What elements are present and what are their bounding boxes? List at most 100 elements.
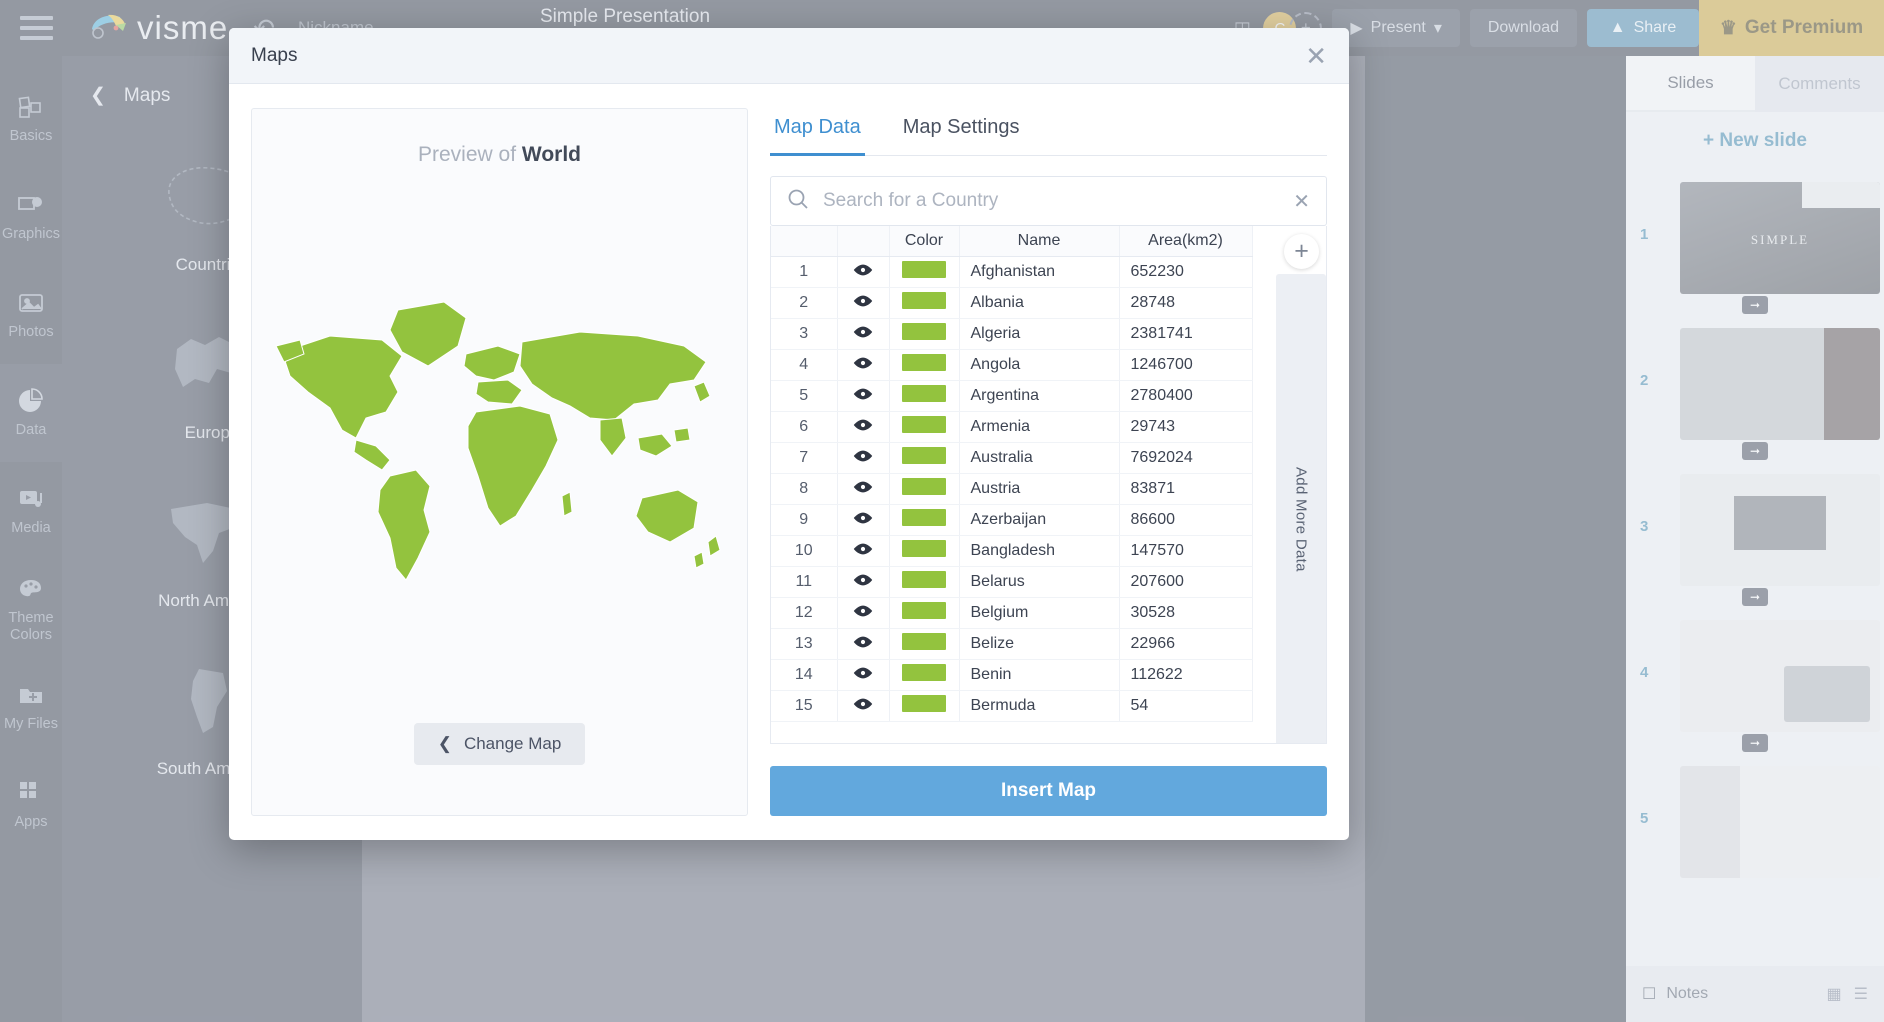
table-row[interactable]: 4 Angola 1246700 bbox=[771, 349, 1253, 381]
country-name[interactable]: Algeria bbox=[959, 318, 1120, 350]
color-swatch[interactable] bbox=[889, 442, 960, 474]
plus-icon[interactable]: + bbox=[1284, 234, 1319, 269]
tab-map-settings[interactable]: Map Settings bbox=[899, 108, 1024, 155]
list-item[interactable]: 2 ➞ bbox=[1626, 316, 1884, 462]
color-swatch[interactable] bbox=[889, 535, 960, 567]
color-swatch[interactable] bbox=[889, 411, 960, 443]
table-row[interactable]: 13 Belize 22966 bbox=[771, 628, 1253, 660]
country-area[interactable]: 83871 bbox=[1119, 473, 1253, 505]
country-name[interactable]: Azerbaijan bbox=[959, 504, 1120, 536]
eye-visible-icon[interactable] bbox=[837, 442, 890, 474]
present-button[interactable]: ▶ Present ▾ bbox=[1332, 9, 1460, 47]
list-item[interactable]: 1 SIMPLE ➞ bbox=[1626, 170, 1884, 316]
table-row[interactable]: 9 Azerbaijan 86600 bbox=[771, 504, 1253, 536]
eye-visible-icon[interactable] bbox=[837, 318, 890, 350]
slide-thumbnail[interactable] bbox=[1680, 766, 1880, 878]
sidebar-item-photos[interactable]: Photos bbox=[0, 266, 62, 364]
eye-visible-icon[interactable] bbox=[837, 535, 890, 567]
notes-label[interactable]: Notes bbox=[1666, 985, 1708, 1003]
slide-transition-icon[interactable]: ➞ bbox=[1742, 442, 1768, 460]
eye-visible-icon[interactable] bbox=[837, 349, 890, 381]
eye-visible-icon[interactable] bbox=[837, 380, 890, 412]
country-name[interactable]: Australia bbox=[959, 442, 1120, 474]
sidebar-item-theme-colors[interactable]: Theme Colors bbox=[0, 560, 62, 658]
country-area[interactable]: 1246700 bbox=[1119, 349, 1253, 381]
table-row[interactable]: 15 Bermuda 54 bbox=[771, 690, 1253, 722]
slide-thumbnail[interactable]: SIMPLE bbox=[1680, 182, 1880, 294]
table-row[interactable]: 12 Belgium 30528 bbox=[771, 597, 1253, 629]
table-row[interactable]: 8 Austria 83871 bbox=[771, 473, 1253, 505]
country-name[interactable]: Belgium bbox=[959, 597, 1120, 629]
color-swatch[interactable] bbox=[889, 659, 960, 691]
eye-visible-icon[interactable] bbox=[837, 659, 890, 691]
color-swatch[interactable] bbox=[889, 349, 960, 381]
list-item[interactable]: 5 bbox=[1626, 754, 1884, 900]
table-row[interactable]: 10 Bangladesh 147570 bbox=[771, 535, 1253, 567]
slide-transition-icon[interactable]: ➞ bbox=[1742, 588, 1768, 606]
sidebar-item-graphics[interactable]: Graphics bbox=[0, 168, 62, 266]
color-swatch[interactable] bbox=[889, 318, 960, 350]
country-table-wrapper[interactable]: + Add More Data Color Name Area(km2) 1 A… bbox=[770, 226, 1327, 744]
eye-visible-icon[interactable] bbox=[837, 628, 890, 660]
country-name[interactable]: Albania bbox=[959, 287, 1120, 319]
country-name[interactable]: Belarus bbox=[959, 566, 1120, 598]
color-swatch[interactable] bbox=[889, 287, 960, 319]
list-item[interactable]: 4 ➞ bbox=[1626, 608, 1884, 754]
country-area[interactable]: 22966 bbox=[1119, 628, 1253, 660]
country-area[interactable]: 2381741 bbox=[1119, 318, 1253, 350]
slide-transition-icon[interactable]: ➞ bbox=[1742, 296, 1768, 314]
table-row[interactable]: 1 Afghanistan 652230 bbox=[771, 256, 1253, 288]
grid-view-icon[interactable]: ▦ bbox=[1827, 984, 1842, 1004]
table-row[interactable]: 7 Australia 7692024 bbox=[771, 442, 1253, 474]
country-area[interactable]: 54 bbox=[1119, 690, 1253, 722]
insert-map-button[interactable]: Insert Map bbox=[770, 766, 1327, 816]
tab-slides[interactable]: Slides bbox=[1626, 56, 1755, 112]
list-view-icon[interactable]: ☰ bbox=[1854, 984, 1868, 1004]
new-slide-button[interactable]: + New slide bbox=[1626, 112, 1884, 170]
color-swatch[interactable] bbox=[889, 473, 960, 505]
download-button[interactable]: Download bbox=[1469, 9, 1577, 47]
color-swatch[interactable] bbox=[889, 566, 960, 598]
eye-visible-icon[interactable] bbox=[837, 473, 890, 505]
country-name[interactable]: Afghanistan bbox=[959, 256, 1120, 288]
slide-thumbnail[interactable] bbox=[1680, 620, 1880, 732]
country-area[interactable]: 86600 bbox=[1119, 504, 1253, 536]
country-name[interactable]: Bangladesh bbox=[959, 535, 1120, 567]
country-area[interactable]: 28748 bbox=[1119, 287, 1253, 319]
country-name[interactable]: Austria bbox=[959, 473, 1120, 505]
color-swatch[interactable] bbox=[889, 504, 960, 536]
list-item[interactable]: 3 ➞ bbox=[1626, 462, 1884, 608]
table-row[interactable]: 11 Belarus 207600 bbox=[771, 566, 1253, 598]
sidebar-item-media[interactable]: Media bbox=[0, 462, 62, 560]
country-area[interactable]: 652230 bbox=[1119, 256, 1253, 288]
sidebar-item-my-files[interactable]: My Files bbox=[0, 658, 62, 756]
sidebar-item-data[interactable]: Data bbox=[0, 364, 62, 462]
country-name[interactable]: Armenia bbox=[959, 411, 1120, 443]
sidebar-item-apps[interactable]: Apps bbox=[0, 756, 62, 854]
country-search-box[interactable]: ✕ bbox=[770, 176, 1327, 226]
search-input[interactable] bbox=[823, 190, 1280, 212]
world-map-preview[interactable] bbox=[252, 167, 747, 723]
color-swatch[interactable] bbox=[889, 628, 960, 660]
tab-comments[interactable]: Comments bbox=[1755, 56, 1884, 112]
add-more-data-button[interactable]: Add More Data bbox=[1276, 274, 1326, 743]
eye-visible-icon[interactable] bbox=[837, 690, 890, 722]
color-swatch[interactable] bbox=[889, 690, 960, 722]
color-swatch[interactable] bbox=[889, 380, 960, 412]
table-row[interactable]: 3 Algeria 2381741 bbox=[771, 318, 1253, 350]
table-row[interactable]: 6 Armenia 29743 bbox=[771, 411, 1253, 443]
country-area[interactable]: 207600 bbox=[1119, 566, 1253, 598]
tab-map-data[interactable]: Map Data bbox=[770, 108, 865, 156]
country-name[interactable]: Benin bbox=[959, 659, 1120, 691]
eye-visible-icon[interactable] bbox=[837, 256, 890, 288]
eye-visible-icon[interactable] bbox=[837, 411, 890, 443]
eye-visible-icon[interactable] bbox=[837, 597, 890, 629]
color-swatch[interactable] bbox=[889, 597, 960, 629]
country-name[interactable]: Argentina bbox=[959, 380, 1120, 412]
country-area[interactable]: 7692024 bbox=[1119, 442, 1253, 474]
close-icon[interactable]: ✕ bbox=[1305, 43, 1327, 69]
slide-thumbnail[interactable] bbox=[1680, 328, 1880, 440]
eye-visible-icon[interactable] bbox=[837, 504, 890, 536]
country-area[interactable]: 29743 bbox=[1119, 411, 1253, 443]
chevron-left-icon[interactable]: ❮ bbox=[90, 84, 106, 107]
